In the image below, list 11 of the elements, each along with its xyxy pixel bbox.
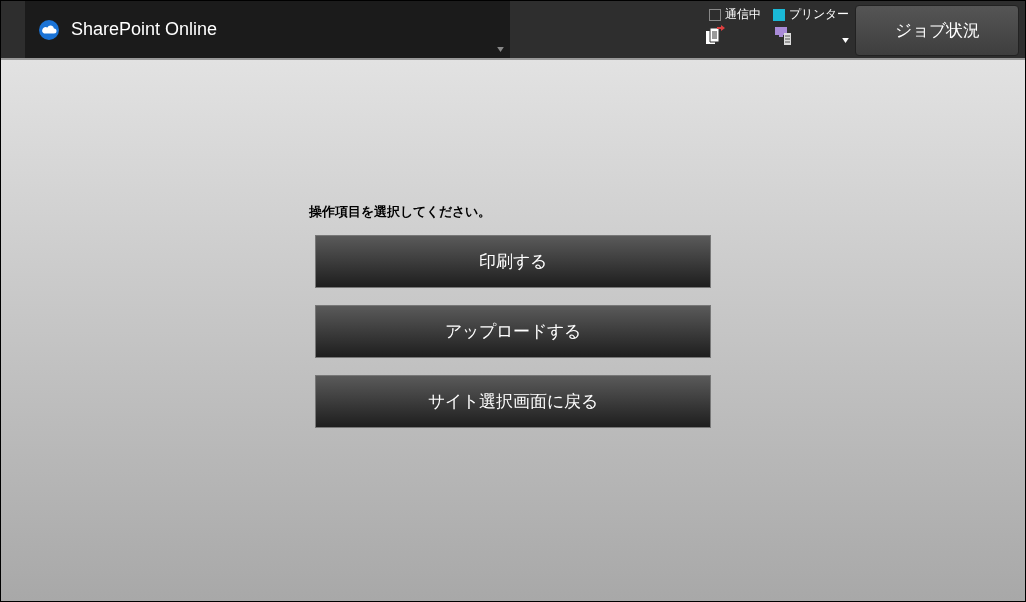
dropdown-icon[interactable] [842,38,850,43]
indicator-label: プリンター [789,6,850,23]
job-status-button[interactable]: ジョブ状況 [855,5,1019,56]
instruction-text: 操作項目を選択してください。 [309,203,492,221]
cloud-icon [38,19,59,40]
action-button[interactable]: サイト選択画面に戻る [315,375,711,428]
app-title: SharePoint Online [70,19,218,40]
action-button[interactable]: アップロードする [315,305,711,358]
action-button[interactable]: 印刷する [315,235,711,288]
document-send-icon [704,25,727,45]
indicator-label: 通信中 [725,6,762,23]
